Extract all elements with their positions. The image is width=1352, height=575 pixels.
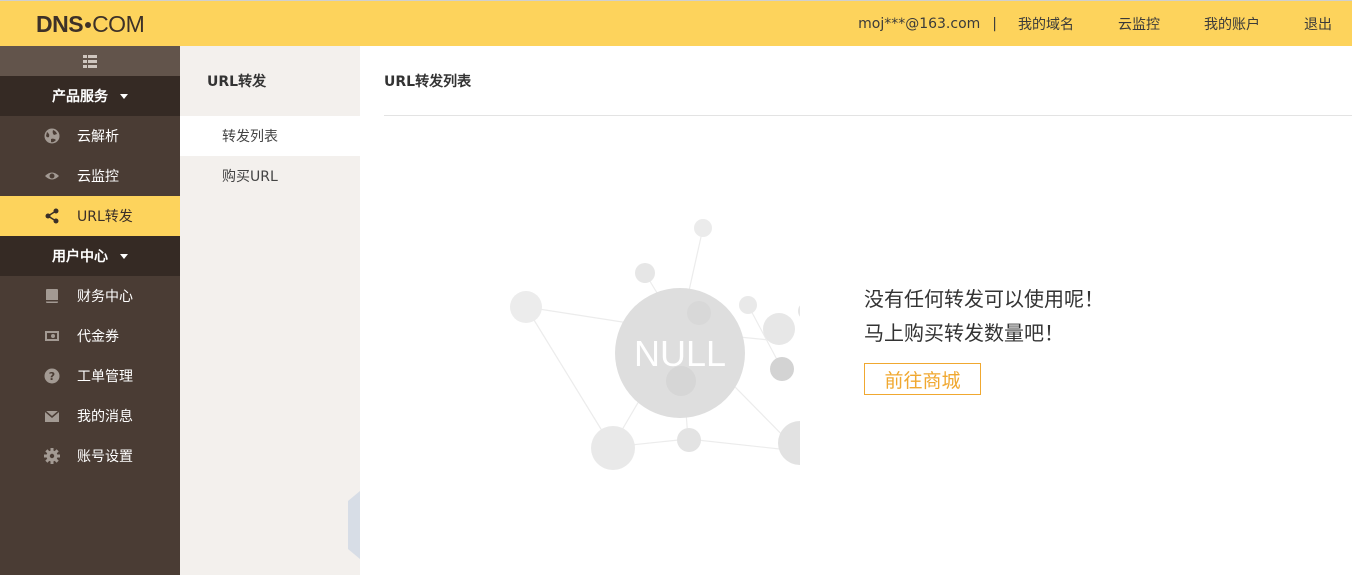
top-bar: DNS COM moj***@163.com | 我的域名 云监控 我的账户 退… (0, 0, 1352, 46)
null-label: NULL (634, 333, 726, 374)
caret-down-icon (120, 253, 128, 259)
nav-my-domains-link[interactable]: 我的域名 (1018, 14, 1074, 34)
group-user-header[interactable]: 用户中心 (0, 236, 180, 276)
eye-icon (44, 168, 60, 184)
logo-text-thin: COM (92, 10, 145, 37)
sidebar-item-tickets[interactable]: ? 工单管理 (0, 356, 180, 396)
empty-message-line-1: 没有任何转发可以使用呢！ (864, 287, 1104, 311)
logo-dot (85, 22, 92, 28)
sidebar-item-label: 代金券 (77, 329, 119, 345)
globe-icon (44, 128, 60, 144)
caret-down-icon (120, 93, 128, 99)
sidebar-item-label: 财务中心 (77, 289, 133, 305)
empty-message-line-2: 马上购买转发数量吧！ (864, 321, 1064, 345)
sub-panel: URL转发 转发列表 购买URL (180, 46, 360, 575)
grid-icon (83, 54, 97, 68)
user-email: moj***@163.com (858, 16, 981, 32)
gear-icon (44, 448, 60, 464)
sidebar-item-label: URL转发 (77, 209, 133, 225)
sidebar-item-label: 云监控 (77, 169, 119, 185)
top-nav: moj***@163.com | 我的域名 云监控 我的账户 退出 (858, 1, 1332, 47)
nav-separator: | (992, 16, 997, 32)
sidebar-item-finance[interactable]: 财务中心 (0, 276, 180, 316)
sub-item-forward-list[interactable]: 转发列表 (180, 116, 360, 156)
logo-text-strong: DNS (36, 10, 84, 37)
sidebar-item-label: 账号设置 (77, 449, 133, 465)
share-icon (44, 208, 60, 224)
sidebar-item-label: 云解析 (77, 129, 119, 145)
group-products-header[interactable]: 产品服务 (0, 76, 180, 116)
sidebar-toggle[interactable] (0, 46, 180, 76)
collapse-handle-decoration (348, 491, 360, 559)
nav-my-account-link[interactable]: 我的账户 (1204, 14, 1260, 34)
nav-logout-link[interactable]: 退出 (1304, 14, 1332, 34)
coupon-icon (44, 328, 60, 344)
sub-item-buy-url[interactable]: 购买URL (180, 156, 360, 196)
dns-com-logo[interactable]: DNS COM (36, 10, 145, 37)
book-icon (44, 288, 60, 304)
main-content: URL转发列表 NULL 没有任何转发可以使用呢！ 马上购买转发数量吧！ 前往商… (360, 46, 1352, 575)
sidebar-item-coupon[interactable]: 代金券 (0, 316, 180, 356)
sidebar-item-label: 我的消息 (77, 409, 133, 425)
page-title: URL转发列表 (384, 74, 472, 90)
sidebar-item-url-forward[interactable]: URL转发 (0, 196, 180, 236)
sidebar-item-messages[interactable]: 我的消息 (0, 396, 180, 436)
nav-cloud-monitor-link[interactable]: 云监控 (1118, 14, 1160, 34)
group-user-label: 用户中心 (52, 249, 108, 265)
group-products-label: 产品服务 (52, 89, 108, 105)
go-to-shop-button[interactable]: 前往商城 (864, 363, 981, 395)
sidebar-item-account-settings[interactable]: 账号设置 (0, 436, 180, 476)
svg-text:?: ? (49, 370, 55, 383)
empty-state-illustration: NULL (510, 219, 800, 470)
question-icon: ? (44, 368, 60, 384)
sidebar-item-cloud-dns[interactable]: 云解析 (0, 116, 180, 156)
sidebar-item-label: 工单管理 (77, 369, 133, 385)
sidebar-item-cloud-monitor[interactable]: 云监控 (0, 156, 180, 196)
sub-panel-title: URL转发 (207, 74, 267, 90)
empty-state-message: 没有任何转发可以使用呢！ 马上购买转发数量吧！ (864, 282, 1104, 350)
mail-icon (44, 408, 60, 424)
sidebar: 产品服务 云解析 云监控 URL转发 用户中心 财务中心 代金券 ? 工单管理 … (0, 46, 180, 575)
title-divider (384, 115, 1352, 116)
